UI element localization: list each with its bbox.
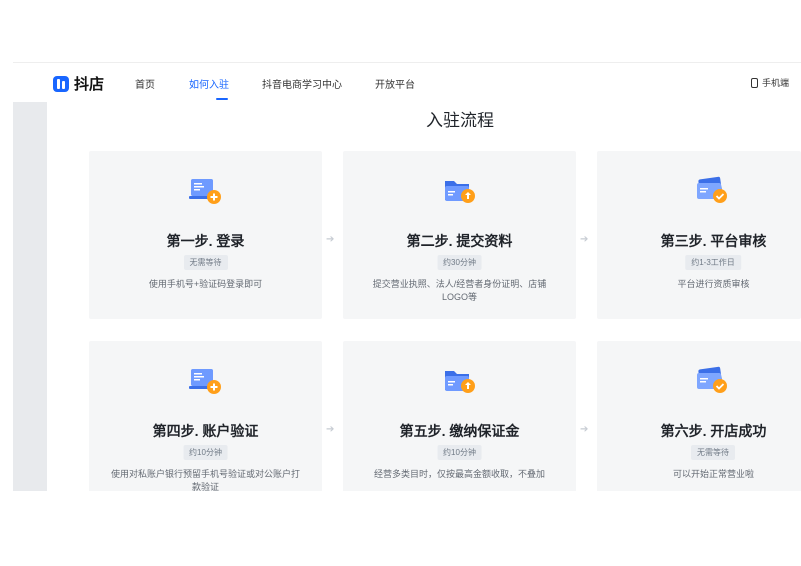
step-description: 使用手机号+验证码登录即可 [148,279,263,289]
step-title: 第一步. 登录 [166,233,245,249]
step-card-6: 第六步. 开店成功 无需等待 可以开始正常营业啦 [597,341,801,509]
page-title: 入驻流程 [426,111,494,130]
step-duration-badge: 无需等待 [183,255,228,270]
step-duration-badge: 约10分钟 [437,445,482,460]
left-panel [13,102,47,491]
nav-item-open-platform[interactable]: 开放平台 [375,76,415,91]
card-check-icon [695,365,729,397]
mobile-link[interactable]: 手机端 [750,76,789,89]
step-card-2: 第二步. 提交资料 约30分钟 提交营业执照、法人/经营者身份证明、店铺LOGO… [343,151,576,319]
folder-upload-icon [443,175,477,207]
step-duration-badge: 约30分钟 [437,255,482,270]
top-navbar: 抖店 首页 如何入驻 抖音电商学习中心 开放平台 手机端 [13,62,801,103]
active-tab-underline [216,98,228,100]
doudian-logo-icon [53,75,69,92]
arrow-right-icon: ➔ [580,234,589,245]
step-card-3: 第三步. 平台审核 约1-3工作日 平台进行资质审核 [597,151,801,319]
step-description: 经营多类目时，仅按最高金额收取，不叠加 [373,469,545,479]
step-description: 提交营业执照、法人/经营者身份证明、店铺LOGO等 [372,279,547,302]
step-title: 第三步. 平台审核 [660,233,767,249]
phone-icon [750,77,758,88]
laptop-plus-icon [189,365,223,397]
nav-item-home[interactable]: 首页 [135,76,155,91]
mobile-label: 手机端 [761,78,789,88]
viewport-bottom-area [0,491,801,566]
step-title: 第二步. 提交资料 [406,233,513,249]
step-duration-badge: 约10分钟 [183,445,228,460]
step-card-1: 第一步. 登录 无需等待 使用手机号+验证码登录即可 [89,151,322,319]
step-title: 第四步. 账户验证 [152,423,259,439]
step-title: 第五步. 缴纳保证金 [399,423,520,439]
step-title: 第六步. 开店成功 [660,423,767,439]
laptop-plus-icon [189,175,223,207]
nav-item-how-to-join[interactable]: 如何入驻 [189,76,229,91]
logo[interactable]: 抖店 [53,73,104,94]
nav-item-learning-center[interactable]: 抖音电商学习中心 [262,76,342,91]
folder-upload-icon [443,365,477,397]
card-check-icon [695,175,729,207]
arrow-right-icon: ➔ [326,234,335,245]
step-duration-badge: 无需等待 [691,445,735,460]
step-duration-badge: 约1-3工作日 [685,255,741,270]
arrow-right-icon: ➔ [580,424,589,435]
step-description: 可以开始正常营业啦 [672,469,754,479]
step-description: 平台进行资质审核 [677,279,750,289]
step-card-5: 第五步. 缴纳保证金 约10分钟 经营多类目时，仅按最高金额收取，不叠加 [343,341,576,509]
step-card-4: 第四步. 账户验证 约10分钟 使用对私账户银行预留手机号验证或对公账户打款验证 [89,341,322,509]
arrow-right-icon: ➔ [326,424,335,435]
logo-text: 抖店 [74,76,105,93]
